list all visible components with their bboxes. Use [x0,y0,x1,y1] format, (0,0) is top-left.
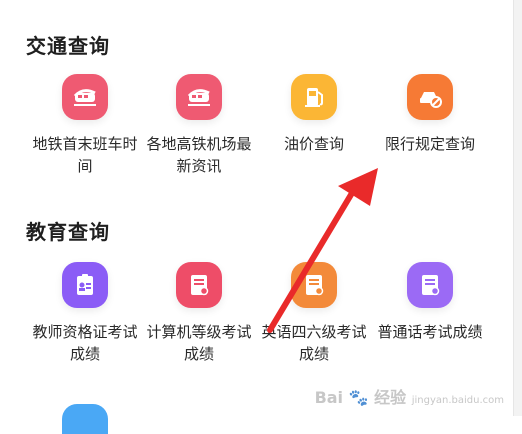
watermark-brand2: 经验 [374,388,407,407]
mandarin-exam-score-item[interactable]: 普通话考试成绩 [372,262,488,343]
item-label: 油价查询 [283,135,344,153]
watermark: Bai 🐾 经验 jingyan.baidu.com [315,384,504,408]
item-label: 计算机等级考试成绩 [146,323,252,363]
right-edge-bar [513,0,522,416]
item-label: 地铁首末班车时间 [32,135,138,175]
computer-exam-score-item[interactable]: 计算机等级考试成绩 [141,262,257,365]
item-label: 各地高铁机场最新资讯 [146,135,252,175]
id-card-icon [62,262,108,308]
cet-score-item[interactable]: 英语四六级考试成绩 [256,262,372,365]
document-icon [291,262,337,308]
train-icon [62,74,108,120]
education-section-title: 教育查询 [26,220,110,244]
rail-airport-news-item[interactable]: 各地高铁机场最新资讯 [141,74,257,177]
train-icon [176,74,222,120]
document-icon [176,262,222,308]
item-label: 英语四六级考试成绩 [261,323,367,363]
traffic-section-title: 交通查询 [26,34,110,58]
document-icon [407,262,453,308]
fuel-pump-icon [291,74,337,120]
metro-schedule-item[interactable]: 地铁首末班车时间 [27,74,143,177]
no-car-icon [407,74,453,120]
item-label: 普通话考试成绩 [377,323,483,341]
watermark-brand: Bai [314,388,344,407]
teacher-cert-score-item[interactable]: 教师资格证考试成绩 [27,262,143,365]
item-label: 教师资格证考试成绩 [32,323,138,363]
fuel-price-item[interactable]: 油价查询 [256,74,372,155]
paw-icon: 🐾 [348,388,369,407]
partial-blue-icon[interactable] [62,404,108,434]
traffic-restriction-item[interactable]: 限行规定查询 [372,74,488,155]
item-label: 限行规定查询 [384,135,475,153]
watermark-sub: jingyan.baidu.com [411,395,504,406]
